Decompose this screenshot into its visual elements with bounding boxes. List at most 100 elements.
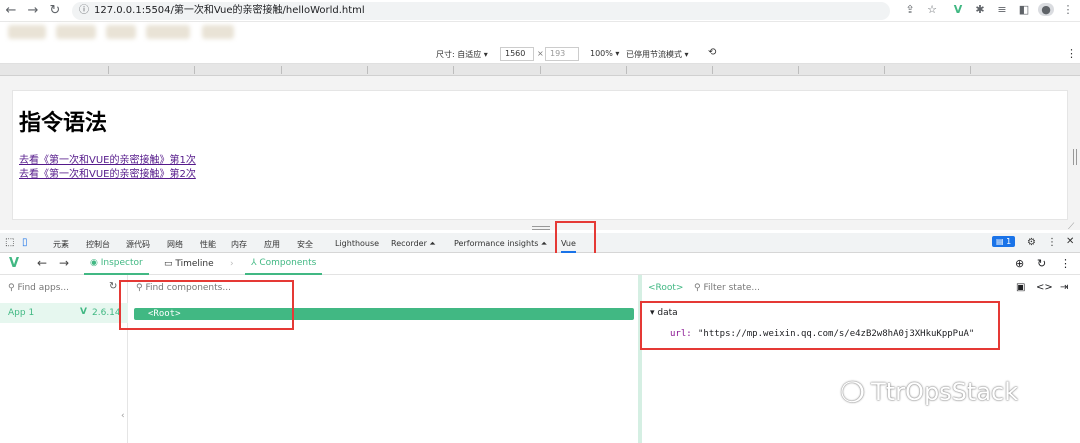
refresh-apps-icon[interactable]: ↻ <box>109 281 117 292</box>
extensions-icon[interactable]: ✱ <box>972 3 988 16</box>
refresh-icon[interactable]: ↻ <box>1037 257 1046 270</box>
ruler-tick <box>970 66 971 74</box>
nav-components[interactable]: ⅄ Components <box>245 253 323 275</box>
menu-kebab-icon[interactable]: ⋮ <box>1060 3 1076 16</box>
address-bar[interactable]: ⓘ 127.0.0.1:5504/第一次和Vue的亲密接触/helloWorld… <box>72 2 890 20</box>
bookmark-star-icon[interactable]: ☆ <box>924 3 940 16</box>
scroll-to-component-icon[interactable]: ▣ <box>1016 282 1025 293</box>
collapse-panel-icon[interactable]: ‹ <box>121 411 125 421</box>
issues-badge[interactable]: ▤ 1 <box>992 236 1016 247</box>
device-more-icon[interactable]: ⋮ <box>1066 47 1077 60</box>
vue-extension-icon[interactable]: V <box>950 3 966 16</box>
back-icon[interactable]: ← <box>0 0 22 22</box>
ruler-tick <box>453 66 454 74</box>
site-info-icon[interactable]: ⓘ <box>79 2 89 20</box>
timeline-label: Timeline <box>175 259 214 269</box>
bottom-resize-handle[interactable] <box>532 226 550 230</box>
app-list-item[interactable]: App 1 V 2.6.14 <box>0 303 128 323</box>
forward-arrow-icon[interactable]: → <box>59 256 69 270</box>
side-panel-icon[interactable]: ◧ <box>1016 3 1032 16</box>
device-toolbar: 尺寸: 自适应 ▾ 1560 × 193 100% ▾ 已停用节流模式 ▾ ⟲ … <box>0 44 1080 64</box>
watermark-text: TtrOpsStack <box>871 378 1019 406</box>
ruler-tick <box>540 66 541 74</box>
tab-memory[interactable]: 内存 <box>231 239 247 250</box>
browser-toolbar: ← → ↻ ⓘ 127.0.0.1:5504/第一次和Vue的亲密接触/hell… <box>0 0 1080 22</box>
wechat-icon: ❍ <box>840 375 866 409</box>
filter-state[interactable]: ⚲ Filter state... <box>694 283 760 293</box>
select-component-icon[interactable]: ⊕ <box>1015 257 1024 270</box>
media-query-ruler <box>0 64 1080 76</box>
filter-state-placeholder: Filter state... <box>703 283 760 293</box>
open-in-editor-icon[interactable]: ⇥ <box>1060 282 1068 293</box>
reading-list-icon[interactable]: ≡ <box>994 3 1010 16</box>
ruler-tick <box>108 66 109 74</box>
tab-sources[interactable]: 源代码 <box>126 239 150 250</box>
tab-elements[interactable]: 元素 <box>53 239 69 250</box>
device-toggle-icon[interactable]: ▯ <box>22 237 28 248</box>
app-version: 2.6.14 <box>92 308 121 318</box>
tab-performance-insights[interactable]: Performance insights ⏶ <box>454 239 547 249</box>
page-link-2[interactable]: 去看《第一次和VUE的亲密接触》第2次 <box>19 165 196 180</box>
rotate-icon[interactable]: ⟲ <box>708 47 716 58</box>
tab-security[interactable]: 安全 <box>297 239 313 250</box>
watermark: ❍ TtrOpsStack <box>840 372 1060 412</box>
height-input[interactable]: 193 <box>545 47 579 61</box>
inspector-label: Inspector <box>100 258 143 268</box>
side-resize-handle[interactable] <box>1073 149 1077 165</box>
blurred-bookmark[interactable] <box>8 25 46 39</box>
page-viewport: 指令语法 去看《第一次和VUE的亲密接触》第1次 去看《第一次和VUE的亲密接触… <box>0 76 1080 232</box>
vue-more-icon[interactable]: ⋮ <box>1060 257 1071 270</box>
throttling-select[interactable]: 已停用节流模式 ▾ <box>626 49 689 60</box>
ruler-tick <box>367 66 368 74</box>
inspect-dom-icon[interactable]: <> <box>1036 282 1053 293</box>
ruler-tick <box>884 66 885 74</box>
dimension-select[interactable]: 尺寸: 自适应 ▾ <box>436 49 488 60</box>
apps-panel: ⚲ Find apps... ↻ App 1 V 2.6.14 ‹ <box>0 275 128 443</box>
width-input[interactable]: 1560 <box>500 47 534 61</box>
app-name: App 1 <box>8 308 35 318</box>
nav-timeline[interactable]: ▭ Timeline <box>164 259 214 269</box>
blurred-bookmark[interactable] <box>146 25 190 39</box>
bookmarks-bar <box>0 22 1080 44</box>
find-apps[interactable]: ⚲ Find apps... <box>8 283 69 293</box>
dimension-separator: × <box>537 49 544 58</box>
ruler-tick <box>798 66 799 74</box>
blurred-bookmark[interactable] <box>106 25 136 39</box>
selected-component: <Root> <box>648 283 684 293</box>
timeline-icon: ▭ <box>164 259 176 269</box>
find-apps-placeholder: Find apps... <box>17 283 69 293</box>
page-heading: 指令语法 <box>19 111 108 136</box>
address-text: 127.0.0.1:5504/第一次和Vue的亲密接触/helloWorld.h… <box>94 5 365 16</box>
ruler-tick <box>194 66 195 74</box>
devtools-tabbar: ⬚ ▯ 元素 控制台 源代码 网络 性能 内存 应用 安全 Lighthouse… <box>0 233 1080 253</box>
reload-icon[interactable]: ↻ <box>44 0 66 22</box>
tab-application[interactable]: 应用 <box>264 239 280 250</box>
zoom-select[interactable]: 100% ▾ <box>590 49 619 58</box>
inspect-element-icon[interactable]: ⬚ <box>5 237 14 248</box>
devtools-more-icon[interactable]: ⋮ <box>1047 237 1057 248</box>
blurred-bookmark[interactable] <box>56 25 96 39</box>
page-link-1[interactable]: 去看《第一次和VUE的亲密接触》第1次 <box>19 151 196 166</box>
ruler-tick <box>712 66 713 74</box>
inspector-icon: ◉ <box>90 258 101 268</box>
vue-version-icon: V <box>80 307 87 317</box>
tab-lighthouse[interactable]: Lighthouse <box>335 239 379 248</box>
tab-network[interactable]: 网络 <box>167 239 183 250</box>
tab-console[interactable]: 控制台 <box>86 239 110 250</box>
back-arrow-icon[interactable]: ← <box>37 256 47 270</box>
blurred-bookmark[interactable] <box>202 25 234 39</box>
ruler-tick <box>626 66 627 74</box>
tab-recorder[interactable]: Recorder ⏶ <box>391 239 436 249</box>
tab-performance[interactable]: 性能 <box>200 239 216 250</box>
issues-icon: ▤ <box>996 237 1007 246</box>
nav-inspector[interactable]: ◉ Inspector <box>84 253 149 275</box>
corner-resize-icon[interactable]: ⟋ <box>1068 222 1074 232</box>
devtools-settings-icon[interactable]: ⚙ <box>1027 237 1036 248</box>
profile-avatar-icon[interactable]: ● <box>1038 3 1054 16</box>
data-highlight <box>640 301 1000 350</box>
components-label: Components <box>259 258 317 268</box>
share-icon[interactable]: ⇪ <box>902 3 918 16</box>
forward-icon[interactable]: → <box>22 0 44 22</box>
devtools-close-icon[interactable]: ✕ <box>1066 236 1074 247</box>
vue-logo-icon: V <box>9 256 20 271</box>
